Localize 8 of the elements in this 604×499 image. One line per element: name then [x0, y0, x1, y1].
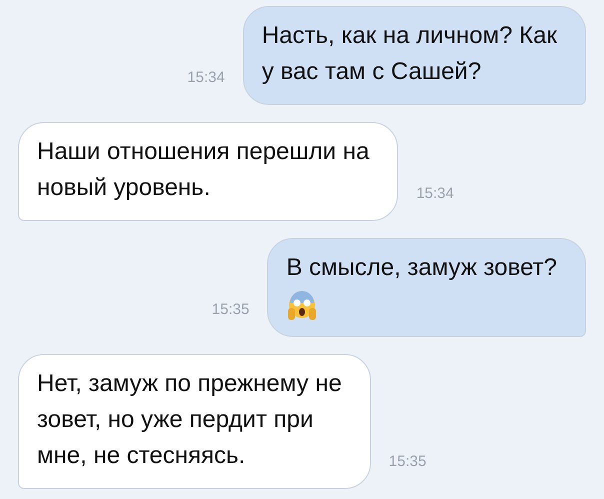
message-time: 15:34 [416, 184, 454, 204]
message-time: 15:34 [187, 68, 225, 88]
message-time: 15:35 [212, 300, 250, 320]
message-text: Наши отношения перешли на новый уровень. [37, 137, 370, 203]
message-text: Насть, как на личном? Как у вас там с Сашей? [262, 21, 557, 87]
message-text: Нет, замуж по прежнему не зовет, но уже пердит при мне, не стесняясь. [37, 369, 342, 471]
message-text: В смысле, замуж зовет? [286, 253, 557, 283]
message-time: 15:35 [388, 452, 426, 472]
